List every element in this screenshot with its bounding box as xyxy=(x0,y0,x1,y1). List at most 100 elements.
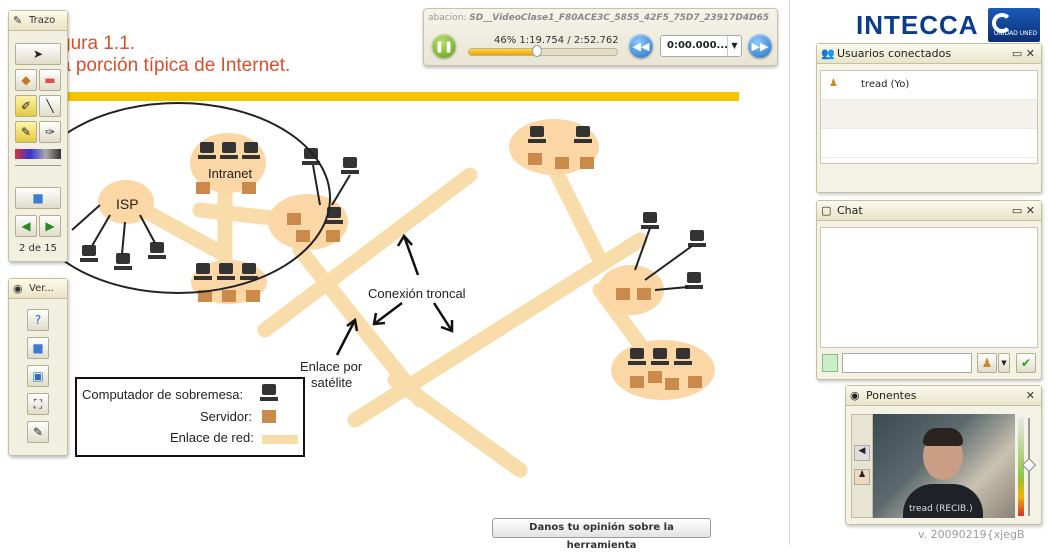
legend-link-swatch xyxy=(262,435,298,444)
network-diagram: ISP Intranet Conexión troncal Enlace por… xyxy=(25,92,739,478)
legend-link-label: Enlace de red: xyxy=(170,430,254,445)
chat-color-swatch[interactable] xyxy=(822,354,838,372)
time-select-value: 0:00.000... xyxy=(667,40,728,51)
rewind-button[interactable]: ◀◀ xyxy=(629,34,653,58)
recording-name: abacion: SD__VideoClase1_F80ACE3C_5855_4… xyxy=(428,13,776,23)
users-icon: 👥 xyxy=(821,47,835,60)
highlighter-tool-button[interactable]: ✐ xyxy=(15,95,37,117)
progress-track[interactable] xyxy=(468,48,618,56)
chat-panel-header[interactable]: ▢ Chat ▭ ✕ xyxy=(817,201,1041,221)
speakers-panel-close[interactable]: ✕ xyxy=(1026,389,1035,402)
brand-badge: UNIDAD UNED xyxy=(988,8,1040,42)
legend-box: Computador de sobremesa: Servidor: Enlac… xyxy=(75,377,305,457)
brush-tool-button[interactable]: ✑ xyxy=(39,121,61,143)
feedback-button[interactable]: Danos tu opinión sobre la herramienta xyxy=(492,518,711,551)
desktop-computer-icon xyxy=(574,126,592,143)
list-item[interactable]: ♟ tread (Yo) xyxy=(821,71,1037,100)
users-icon: ♟ xyxy=(981,356,993,370)
server xyxy=(648,371,662,383)
view-palette-title: Ver... xyxy=(29,283,54,294)
volume-slider-thumb[interactable] xyxy=(1021,457,1037,473)
speaker-video[interactable]: tread (RECIB.) xyxy=(873,414,1015,518)
chat-bubble-icon: ▢ xyxy=(821,204,832,217)
pencil-icon: ✎ xyxy=(13,14,23,27)
server xyxy=(222,290,236,302)
next-page-button[interactable]: ▶ xyxy=(39,215,61,237)
select-tool-button[interactable]: ➤ xyxy=(15,43,61,65)
view-palette-header[interactable]: ◉ Ver... xyxy=(9,279,67,299)
stroke-width-slider[interactable] xyxy=(15,165,61,173)
server xyxy=(630,376,644,388)
user-icon: ♟ xyxy=(829,78,838,89)
arrow xyxy=(373,302,403,325)
edit-icon: ✎ xyxy=(32,425,44,439)
eye-icon: ◉ xyxy=(850,389,860,402)
desktop-computer-icon xyxy=(641,212,659,229)
previous-page-button[interactable]: ◀ xyxy=(15,215,37,237)
arrow-right-icon: ▶ xyxy=(45,219,55,233)
tools-palette-header[interactable]: ✎ Trazo xyxy=(9,11,67,31)
tools-palette-title: Trazo xyxy=(29,15,56,26)
label-intranet: Intranet xyxy=(208,166,252,181)
legend-desktop-icon xyxy=(260,384,278,401)
server xyxy=(326,230,340,242)
brush-icon: ✑ xyxy=(44,125,56,139)
label-backbone: Conexión troncal xyxy=(368,286,466,301)
speaker-mute-button[interactable]: ◀ xyxy=(854,445,870,461)
server xyxy=(246,290,260,302)
arrow-left-icon: ◀ xyxy=(21,219,31,233)
progress-thumb[interactable] xyxy=(532,45,542,57)
chat-panel-controls[interactable]: ▭ ✕ xyxy=(1012,204,1035,217)
server xyxy=(637,288,651,300)
time-select[interactable]: 0:00.000... ▼ xyxy=(660,35,742,57)
fast-forward-button[interactable]: ▶▶ xyxy=(748,34,772,58)
backbone-link xyxy=(387,372,528,478)
color-picker[interactable] xyxy=(15,149,61,159)
server xyxy=(296,230,310,242)
playback-bar: abacion: SD__VideoClase1_F80ACE3C_5855_4… xyxy=(423,8,778,66)
eye-icon: ◉ xyxy=(13,282,23,295)
label-satellite-line2: satélite xyxy=(311,375,352,390)
files-button[interactable]: ■ xyxy=(27,337,49,359)
list-item xyxy=(821,129,1037,158)
users-panel: 👥 Usuarios conectados ▭ ✕ ♟ tread (Yo) xyxy=(816,43,1042,193)
line-tool-button[interactable]: ╲ xyxy=(39,95,61,117)
desktop-computer-icon xyxy=(242,142,260,159)
highlighter-icon: ✐ xyxy=(20,99,32,113)
fullscreen-button[interactable]: ⛶ xyxy=(27,393,49,415)
pen-icon: ✎ xyxy=(20,125,32,139)
desktop-computers xyxy=(80,126,706,365)
chat-recipient-button[interactable]: ♟ xyxy=(977,353,997,373)
line-icon: ╲ xyxy=(46,99,54,113)
speakers-panel-header[interactable]: ◉ Ponentes ✕ xyxy=(846,386,1041,406)
chat-input[interactable] xyxy=(842,353,972,373)
fill-tool-button[interactable]: ◆ xyxy=(15,69,37,91)
pen-tool-button[interactable]: ✎ xyxy=(15,121,37,143)
pause-button[interactable]: ❚❚ xyxy=(432,34,456,58)
chat-recipient-dropdown[interactable]: ▼ xyxy=(998,353,1010,373)
paint-bucket-icon: ◆ xyxy=(21,73,31,87)
speaker-user-button[interactable]: ♟ xyxy=(854,469,870,485)
server xyxy=(665,378,679,390)
users-panel-controls[interactable]: ▭ ✕ xyxy=(1012,47,1035,60)
chat-send-button[interactable]: ✔ xyxy=(1016,353,1036,373)
server xyxy=(555,157,569,169)
users-panel-header[interactable]: 👥 Usuarios conectados ▭ ✕ xyxy=(817,44,1041,64)
legend-desktop-label: Computador de sobremesa: xyxy=(82,387,243,402)
checkmark-icon: ✔ xyxy=(1020,356,1032,370)
desktop-computer-icon xyxy=(240,263,258,280)
whiteboard-slide[interactable]: ISP Intranet Conexión troncal Enlace por… xyxy=(0,0,790,545)
chat-messages xyxy=(820,227,1038,348)
server xyxy=(287,213,301,225)
lan-link xyxy=(542,152,608,268)
monitor-icon: ▣ xyxy=(32,369,44,383)
users-panel-title: Usuarios conectados xyxy=(837,47,952,60)
monitor-button[interactable]: ▣ xyxy=(27,365,49,387)
rewind-icon: ◀◀ xyxy=(632,39,650,53)
eraser-tool-button[interactable]: ▬ xyxy=(39,69,61,91)
desktop-computer-icon xyxy=(674,348,692,365)
page-tool-button[interactable]: ■ xyxy=(15,187,61,209)
chevron-down-icon: ▼ xyxy=(727,36,741,56)
help-button[interactable]: ? xyxy=(27,309,49,331)
notes-button[interactable]: ✎ xyxy=(27,421,49,443)
